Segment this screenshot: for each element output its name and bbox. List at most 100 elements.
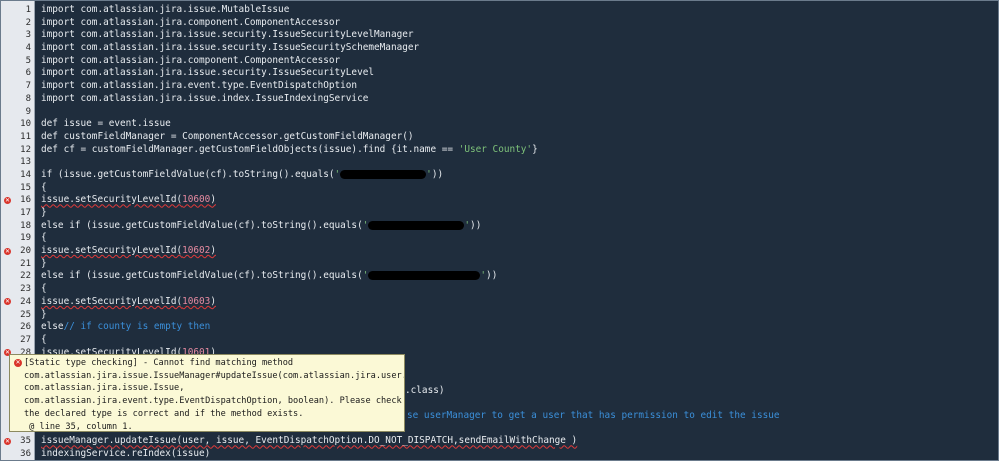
- line-number: 14: [20, 169, 31, 180]
- code-line[interactable]: 9: [1, 106, 998, 119]
- code-text: {: [41, 283, 47, 295]
- code-token: ): [210, 295, 216, 307]
- line-number: 4: [25, 43, 31, 54]
- code-text: indexingService.reIndex(issue): [41, 448, 211, 460]
- tooltip-line: [Static type checking] - Cannot find mat…: [24, 358, 294, 368]
- code-line[interactable]: 10 def issue = event.issue: [1, 118, 998, 131]
- line-number: 23: [20, 284, 31, 295]
- line-number: 10: [20, 119, 31, 130]
- line-number: 25: [20, 309, 31, 320]
- code-line[interactable]: 12 def cf = customFieldManager.getCustomF…: [1, 144, 998, 157]
- code-text: def issue = event.issue: [41, 118, 171, 130]
- line-number: 11: [20, 131, 31, 142]
- number-literal: 10600: [182, 194, 211, 206]
- code-line[interactable]: 21}: [1, 258, 998, 271]
- code-line[interactable]: 36 indexingService.reIndex(issue): [1, 448, 998, 460]
- line-number: 16: [20, 195, 31, 206]
- code-text: import com.atlassian.jira.issue.MutableI…: [41, 4, 290, 15]
- code-text: }: [41, 257, 47, 269]
- line-number: 22: [20, 271, 31, 282]
- line-number: 8: [25, 93, 31, 104]
- code-text: else if (issue.getCustomFieldValue(cf).t…: [41, 220, 481, 233]
- line-number: 9: [25, 106, 31, 117]
- code-line[interactable]: 23 {: [1, 283, 998, 296]
- line-number: 2: [25, 17, 31, 28]
- code-line[interactable]: 8 import com.atlassian.jira.issue.index.I…: [1, 93, 998, 106]
- code-line[interactable]: 2 import com.atlassian.jira.component.Com…: [1, 17, 998, 30]
- line-number: 24: [20, 296, 31, 307]
- code-line[interactable]: 4 import com.atlassian.jira.issue.securit…: [1, 42, 998, 55]
- code-text: issue.setSecurityLevelId(10600): [41, 194, 216, 207]
- code-line[interactable]: 27 {: [1, 334, 998, 347]
- code-text: .class): [405, 384, 445, 396]
- code-token: issue.setSecurityLevelId(: [41, 295, 183, 307]
- line-number: 5: [25, 55, 31, 66]
- code-text: import com.atlassian.jira.issue.security…: [41, 42, 420, 54]
- code-text: if (issue.getCustomFieldValue(cf).toStri…: [41, 169, 443, 182]
- code-line[interactable]: ✕ 16 issue.setSecurityLevelId(10600): [1, 194, 998, 207]
- code-line[interactable]: 17}: [1, 207, 998, 220]
- tooltip-line: @ line 35, column 1.: [24, 421, 133, 432]
- code-line[interactable]: 7 import com.atlassian.jira.event.type.Ev…: [1, 80, 998, 93]
- line-number: 1: [25, 5, 31, 15]
- redaction-bar: [368, 220, 465, 230]
- redaction-bar: [368, 271, 481, 281]
- code-text: issue.setSecurityLevelId(10602): [41, 245, 216, 258]
- tooltip-line: the declared type is correct and if the …: [24, 408, 304, 419]
- code-line[interactable]: 22 else if (issue.getCustomFieldValue(cf)…: [1, 270, 998, 283]
- code-token: else: [41, 321, 64, 333]
- code-text: issue.setSecurityLevelId(10603): [41, 296, 216, 309]
- tooltip-line: com.atlassian.jira.issue.Issue,: [24, 383, 185, 394]
- line-number: 21: [20, 258, 31, 269]
- code-token: else if (issue.getCustomFieldValue(cf).t…: [41, 219, 363, 231]
- code-text: {: [41, 333, 47, 345]
- code-line[interactable]: 3 import com.atlassian.jira.issue.securit…: [1, 29, 998, 42]
- tooltip-line: com.atlassian.jira.issue.IssueManager#up…: [24, 370, 405, 381]
- code-line[interactable]: ✕ 20 issue.setSecurityLevelId(10602): [1, 245, 998, 258]
- code-line[interactable]: 1 import com.atlassian.jira.issue.Mutable…: [1, 4, 998, 17]
- code-line[interactable]: 15 {: [1, 182, 998, 195]
- tooltip-line: com.atlassian.jira.event.type.EventDispa…: [24, 396, 405, 407]
- code-text: issueManager.updateIssue(user, issue, Ev…: [41, 435, 578, 447]
- code-token: )): [431, 168, 444, 180]
- line-number: 20: [20, 246, 31, 257]
- code-line[interactable]: 13: [1, 156, 998, 169]
- code-token: }: [532, 143, 538, 155]
- code-line[interactable]: 18 else if (issue.getCustomFieldValue(cf)…: [1, 220, 998, 233]
- code-line[interactable]: 14 if (issue.getCustomFieldValue(cf).toSt…: [1, 169, 998, 182]
- code-line[interactable]: 19 {: [1, 232, 998, 245]
- code-line[interactable]: 5 import com.atlassian.jira.component.Com…: [1, 55, 998, 68]
- number-literal: 10602: [182, 245, 211, 257]
- line-number: 36: [20, 449, 31, 460]
- code-text: else if (issue.getCustomFieldValue(cf).t…: [41, 270, 497, 283]
- code-text: import com.atlassian.jira.issue.security…: [41, 67, 375, 79]
- code-text: }: [41, 207, 47, 218]
- code-text: import com.atlassian.jira.issue.security…: [41, 29, 414, 41]
- code-line[interactable]: 6 import com.atlassian.jira.issue.securit…: [1, 67, 998, 80]
- line-number: 35: [20, 436, 31, 447]
- code-token: if (issue.getCustomFieldValue(cf).toStri…: [41, 168, 335, 180]
- code-text: def cf = customFieldManager.getCustomFie…: [41, 144, 538, 157]
- code-token: def cf = customFieldManager.getCustomFie…: [41, 143, 459, 155]
- code-text: }: [41, 308, 47, 320]
- code-editor[interactable]: 1 import com.atlassian.jira.issue.Mutable…: [0, 0, 999, 461]
- code-token: ): [210, 245, 216, 257]
- code-line[interactable]: 25}: [1, 309, 998, 322]
- code-text: import com.atlassian.jira.component.Comp…: [41, 54, 341, 66]
- code-line[interactable]: 11 def customFieldManager = ComponentAcce…: [1, 131, 998, 144]
- code-text: {: [41, 232, 47, 244]
- code-line[interactable]: 26 else// if county is empty then: [1, 321, 998, 334]
- code-token: ): [210, 194, 216, 206]
- line-number: 7: [25, 81, 31, 92]
- code-text: import com.atlassian.jira.issue.index.Is…: [41, 92, 369, 104]
- code-line[interactable]: ✕ 35 issueManager.updateIssue(user, issue,…: [1, 435, 998, 448]
- redaction-bar: [340, 169, 427, 179]
- code-token: issue.setSecurityLevelId(: [41, 194, 183, 206]
- line-number: 6: [25, 68, 31, 79]
- error-tooltip: ✕ [Static type checking] - Cannot find m…: [9, 354, 405, 432]
- code-line[interactable]: ✕ 24 issue.setSecurityLevelId(10603): [1, 296, 998, 309]
- code-token: else if (issue.getCustomFieldValue(cf).t…: [41, 270, 363, 282]
- code-token: issue.setSecurityLevelId(: [41, 245, 183, 257]
- line-number: 19: [20, 233, 31, 244]
- line-number: 18: [20, 220, 31, 231]
